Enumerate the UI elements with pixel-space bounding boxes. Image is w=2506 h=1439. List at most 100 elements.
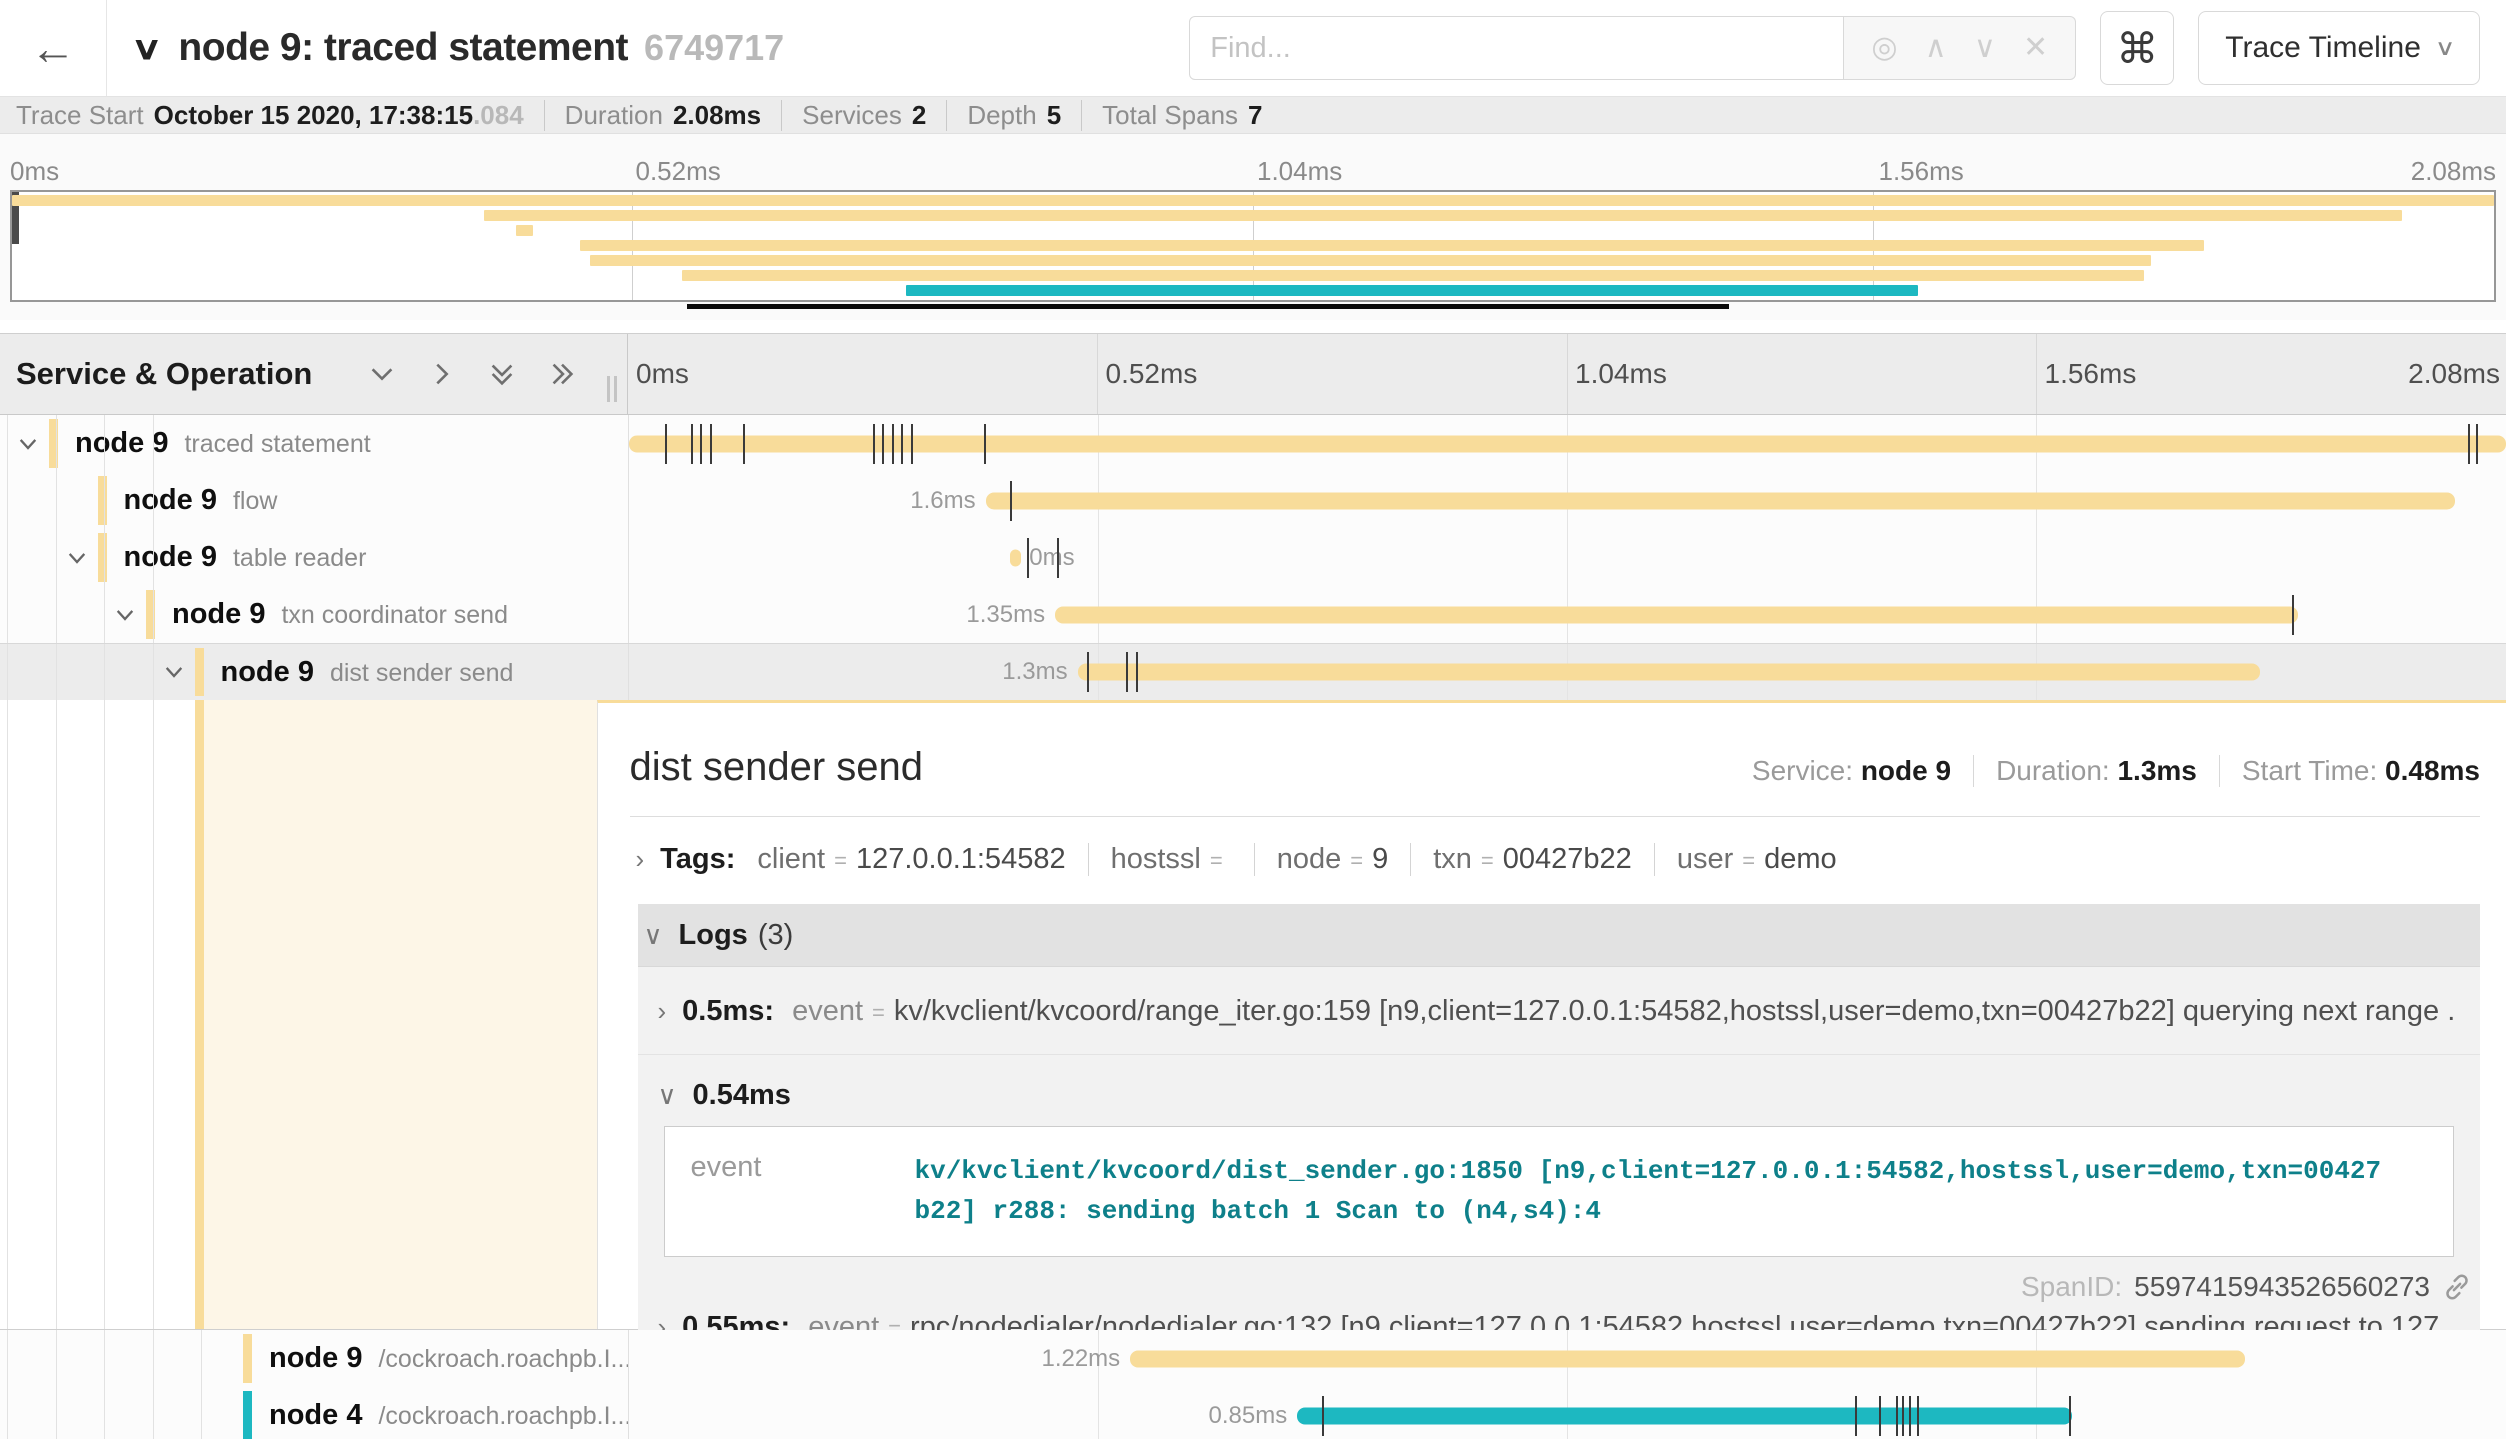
collapse-controls <box>367 359 577 389</box>
span-operation: txn coordinator send <box>281 601 508 629</box>
find-input[interactable] <box>1189 16 1844 80</box>
span-duration-bar[interactable] <box>1055 606 2298 623</box>
tag-user[interactable]: user=demo <box>1654 843 1837 876</box>
log-marker-tick <box>1126 652 1128 692</box>
span-track[interactable]: 1.6ms <box>628 472 2506 529</box>
span-track[interactable] <box>628 415 2506 472</box>
tag-client[interactable]: client=127.0.0.1:54582 <box>757 843 1065 876</box>
span-track[interactable]: 1.35ms <box>628 586 2506 643</box>
span-row-node9-rpc[interactable]: node 9/cockroach.roachpb.I... 1.22ms <box>0 1330 2506 1387</box>
span-duration-label: 0ms <box>1029 544 1074 572</box>
expand-one-icon[interactable] <box>427 359 457 389</box>
log-marker-tick <box>1896 1396 1898 1436</box>
span-row-table-reader[interactable]: node 9table reader 0ms <box>0 529 2506 586</box>
indent-guide <box>104 700 105 1329</box>
span-duration-bar[interactable] <box>1130 1350 2245 1367</box>
log-entry-1[interactable]: › 0.5ms: event = kv/kvclient/kvcoord/ran… <box>638 967 2481 1055</box>
minimap-tick-label: 1.04ms <box>1257 156 1342 187</box>
chevron-right-icon[interactable]: › <box>636 844 645 875</box>
span-service: node 9 <box>124 484 217 516</box>
span-service: node 9 <box>172 598 265 630</box>
view-selector-button[interactable]: Trace Timeline ∨ <box>2198 11 2480 85</box>
span-operation: flow <box>233 487 277 515</box>
indent-guide <box>56 1330 57 1387</box>
indent-guide <box>7 1330 8 1387</box>
tag-node[interactable]: node=9 <box>1254 843 1389 876</box>
span-duration-bar[interactable] <box>1297 1407 2072 1424</box>
log-marker-tick <box>1027 538 1029 578</box>
log-entry-2: ∨ 0.54ms event kv/kvclient/kvcoord/dist_… <box>638 1055 2481 1257</box>
span-track[interactable]: 1.3ms <box>628 644 2506 700</box>
indent-guide <box>153 529 154 586</box>
minimap-span-bar <box>682 270 2144 281</box>
back-button[interactable]: ← <box>0 0 107 96</box>
detail-start-time: Start Time: 0.48ms <box>2219 755 2480 787</box>
indent-guide <box>201 1330 202 1387</box>
minimap-scrubber[interactable] <box>687 304 1729 309</box>
span-color-bar <box>49 419 58 468</box>
span-id-value: 5597415943526560273 <box>2134 1271 2430 1303</box>
indent-guide <box>56 586 57 643</box>
indent-guide <box>104 529 105 586</box>
log-marker-tick <box>2468 424 2470 464</box>
span-duration-bar[interactable] <box>986 492 2456 509</box>
logs-accordion-header[interactable]: ∨ Logs (3) <box>638 904 2481 966</box>
log-entry-2-header[interactable]: ∨ 0.54ms <box>638 1055 2481 1126</box>
span-row-flow[interactable]: node 9 flow 1.6ms <box>0 472 2506 529</box>
span-track[interactable]: 1.22ms <box>628 1330 2506 1387</box>
collapse-all-icon[interactable] <box>487 359 517 389</box>
span-service: node 9 <box>221 656 314 688</box>
log-marker-tick <box>1087 652 1089 692</box>
expand-all-icon[interactable] <box>547 359 577 389</box>
link-icon[interactable] <box>2442 1272 2472 1302</box>
span-duration-bar[interactable] <box>1078 664 2261 681</box>
minimap-canvas[interactable] <box>10 190 2496 302</box>
indent-guide <box>104 644 105 700</box>
chevron-down-icon[interactable] <box>15 431 41 457</box>
indent-guide <box>56 472 57 529</box>
log-marker-tick <box>1057 538 1059 578</box>
indent-guide <box>56 644 57 700</box>
minimap-tick-labels: 0ms0.52ms1.04ms1.56ms2.08ms <box>10 156 2496 186</box>
indent-guide <box>56 1387 57 1439</box>
trace-total-spans: Total Spans 7 <box>1081 100 1262 131</box>
span-track[interactable]: 0ms <box>628 529 2506 586</box>
indent-guide <box>153 1387 154 1439</box>
indent-guide <box>56 415 57 472</box>
chevron-down-icon[interactable] <box>112 602 138 628</box>
log-message: kv/kvclient/kvcoord/range_iter.go:159 [n… <box>894 995 2454 1028</box>
span-track[interactable]: 0.85ms <box>628 1387 2506 1439</box>
log-marker-tick <box>743 424 745 464</box>
span-duration-bar[interactable] <box>1010 549 1021 566</box>
collapse-trace-icon[interactable]: ∨ <box>131 29 163 67</box>
indent-guide <box>153 586 154 643</box>
chevron-down-icon[interactable] <box>161 659 187 685</box>
span-operation: /cockroach.roachpb.I... <box>378 1345 628 1373</box>
tag-hostssl[interactable]: hostssl= <box>1088 843 1232 876</box>
keyboard-shortcuts-button[interactable]: ⌘ <box>2100 11 2174 85</box>
column-resize-grip[interactable] <box>607 376 617 402</box>
span-row-traced-statement[interactable]: node 9traced statement <box>0 415 2506 472</box>
tag-txn[interactable]: txn=00427b22 <box>1410 843 1632 876</box>
minimap-span-bar <box>12 195 2494 206</box>
match-highlight-icon[interactable]: ◎ <box>1871 33 1897 63</box>
collapse-one-icon[interactable] <box>367 359 397 389</box>
find-clear-icon[interactable]: ✕ <box>2023 33 2048 63</box>
span-color-bar <box>98 533 107 582</box>
timeline-tick-label: 2.08ms <box>2408 358 2500 390</box>
log-marker-tick <box>984 424 986 464</box>
chevron-down-icon[interactable] <box>64 545 90 571</box>
find-next-icon[interactable]: ∨ <box>1974 33 1996 63</box>
span-row-node4-rpc[interactable]: node 4/cockroach.roachpb.I... 0.85ms <box>0 1387 2506 1439</box>
tags-accordion[interactable]: › Tags: client=127.0.0.1:54582 hostssl= … <box>630 843 2481 876</box>
span-row-txn-coordinator-send[interactable]: node 9 txn coordinator send 1.35ms <box>0 586 2506 643</box>
log-field-value: kv/kvclient/kvcoord/dist_sender.go:1850 … <box>915 1151 2454 1232</box>
back-arrow-icon: ← <box>30 21 76 75</box>
span-service: node 9 <box>75 427 168 459</box>
minimap-span-bar <box>590 255 2151 266</box>
indent-guide <box>56 529 57 586</box>
span-service: node 9 <box>124 541 217 573</box>
find-prev-icon[interactable]: ∧ <box>1925 33 1947 63</box>
span-row-dist-sender-send[interactable]: node 9dist sender send 1.3ms <box>0 643 2506 700</box>
log-marker-tick <box>2069 1396 2071 1436</box>
